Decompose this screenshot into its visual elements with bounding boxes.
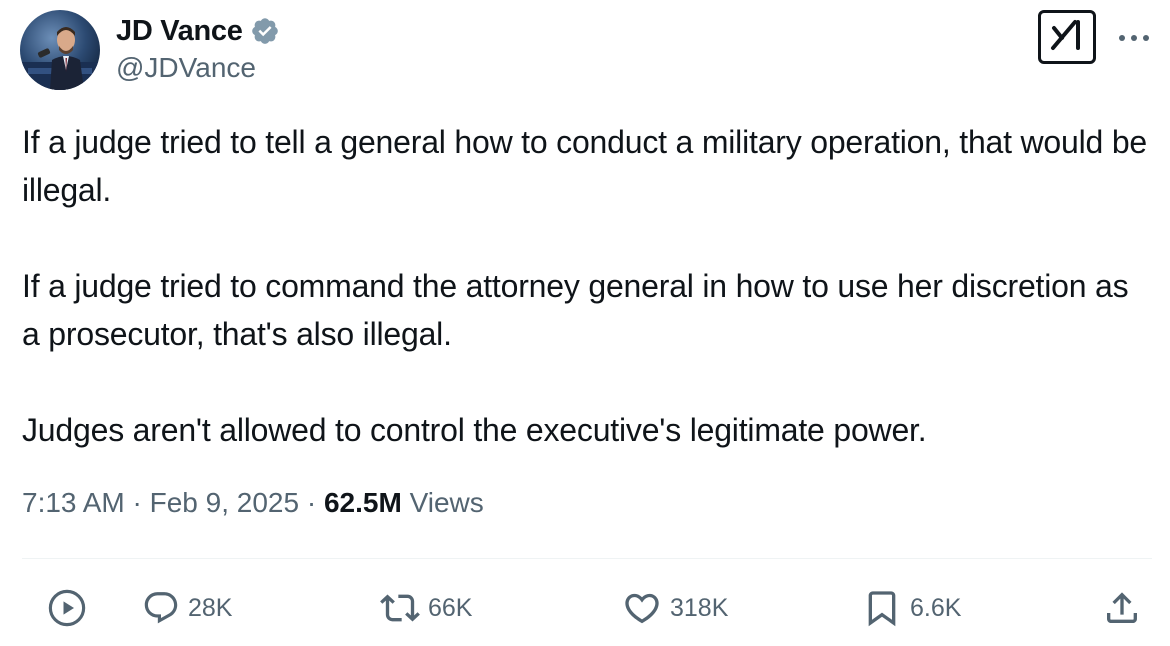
tweet-text: If a judge tried to tell a general how t… — [22, 118, 1152, 454]
share-icon — [1102, 588, 1142, 628]
repost-count: 66K — [428, 593, 473, 622]
tweet-paragraph: Judges aren't allowed to control the exe… — [22, 412, 927, 448]
tweet-paragraph: If a judge tried to command the attorney… — [22, 268, 1129, 352]
reply-icon — [142, 589, 180, 627]
more-dots-icon — [1117, 30, 1151, 48]
tweet-paragraph: If a judge tried to tell a general how t… — [22, 124, 1148, 208]
display-name[interactable]: JD Vance — [116, 15, 243, 48]
meta-separator: · — [306, 487, 317, 518]
tweet-time[interactable]: 7:13 AM — [22, 487, 125, 518]
like-button[interactable]: 318K — [622, 580, 728, 636]
heart-icon — [622, 588, 662, 628]
play-icon — [46, 587, 88, 629]
divider — [22, 558, 1152, 559]
reply-count: 28K — [188, 593, 233, 622]
avatar[interactable] — [20, 10, 100, 90]
views-label: Views — [409, 487, 484, 518]
reply-button[interactable]: 28K — [142, 580, 232, 636]
tweet-metadata: 7:13 AM · Feb 9, 2025 · 62.5M Views — [22, 487, 484, 519]
bookmark-icon — [862, 588, 902, 628]
handle[interactable]: @JDVance — [116, 52, 280, 84]
tweet-card: JD Vance @JDVance If a judge tried to te… — [0, 0, 1170, 646]
repost-button[interactable]: 66K — [380, 580, 472, 636]
play-button[interactable] — [46, 580, 88, 636]
author-info: JD Vance @JDVance — [116, 12, 280, 84]
action-bar: 28K 66K 318K 6.6K — [0, 580, 1170, 636]
repost-icon — [380, 588, 420, 628]
views-count: 62.5M — [323, 487, 402, 518]
grok-icon — [1048, 18, 1086, 57]
like-count: 318K — [670, 593, 729, 622]
share-button[interactable] — [1102, 580, 1142, 636]
verified-badge-icon[interactable] — [250, 16, 280, 46]
bookmark-count: 6.6K — [910, 593, 962, 622]
grok-button[interactable] — [1038, 10, 1096, 64]
tweet-date[interactable]: Feb 9, 2025 — [150, 487, 299, 518]
more-button[interactable] — [1114, 24, 1154, 54]
bookmark-button[interactable]: 6.6K — [862, 580, 961, 636]
meta-separator: · — [132, 487, 142, 518]
